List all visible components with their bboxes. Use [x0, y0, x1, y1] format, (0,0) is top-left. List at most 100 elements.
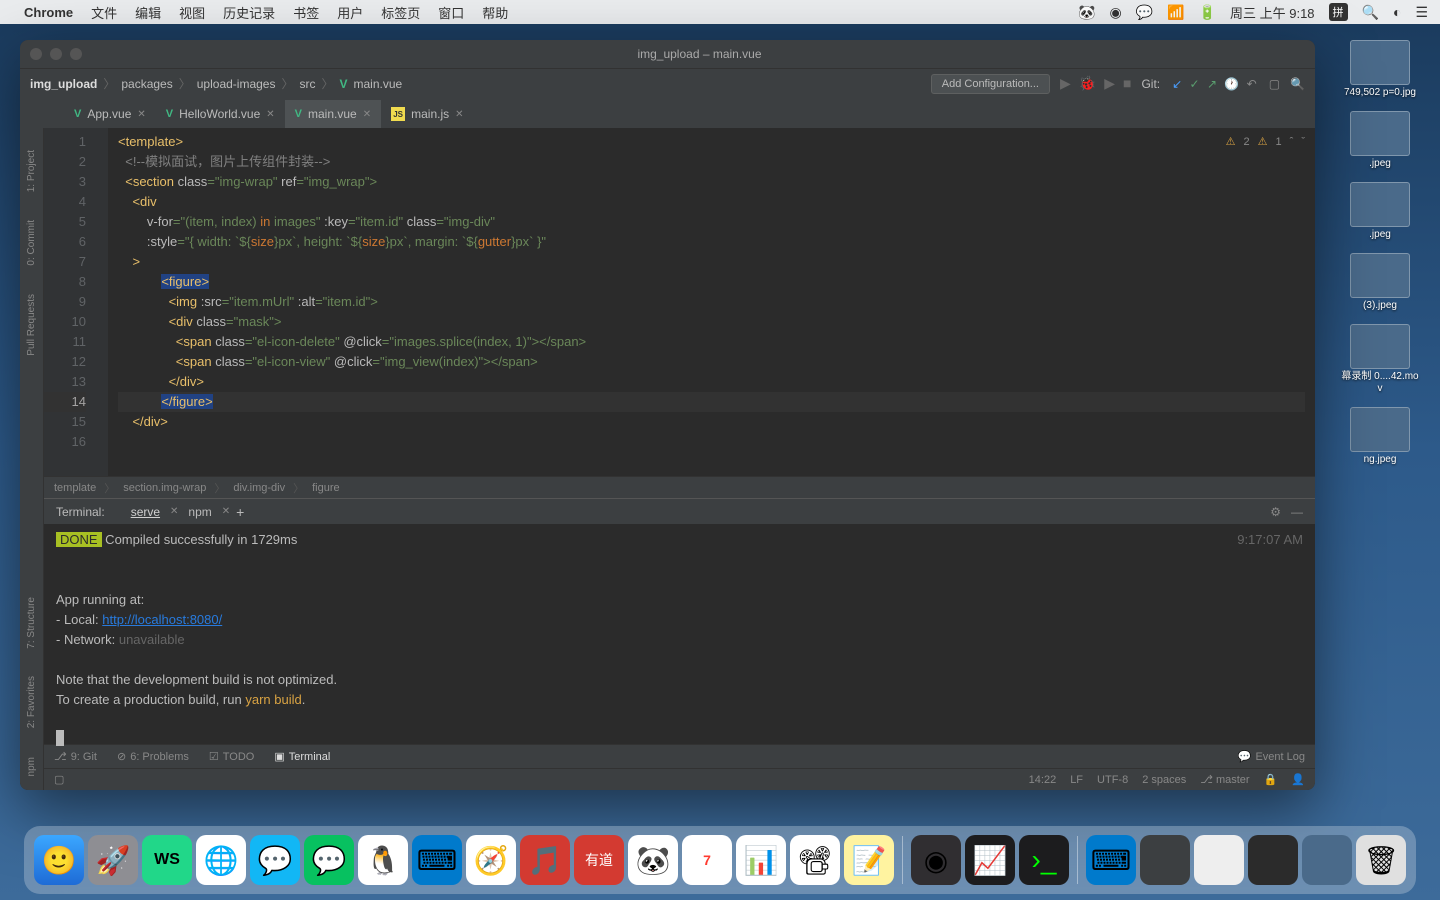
tab-app-vue[interactable]: VApp.vue✕	[64, 100, 156, 128]
dock-minimized-window[interactable]	[1302, 835, 1352, 885]
dock-notes[interactable]: 📝	[844, 835, 894, 885]
ide-settings-icon[interactable]: ▢	[1269, 77, 1280, 91]
siri-icon[interactable]: ◐	[1393, 4, 1401, 20]
inspector-icon[interactable]: 👤	[1291, 773, 1305, 786]
git-branch[interactable]: ⎇ master	[1200, 773, 1249, 786]
local-url-link[interactable]: http://localhost:8080/	[102, 612, 222, 627]
panda-icon[interactable]: 🐼	[1078, 4, 1095, 21]
dock-qq[interactable]: 💬	[250, 835, 300, 885]
git-rollback-icon[interactable]: ↶	[1247, 77, 1257, 91]
git-history-icon[interactable]: 🕐	[1224, 77, 1239, 91]
dock-chrome[interactable]: 🌐	[196, 835, 246, 885]
indent-setting[interactable]: 2 spaces	[1142, 774, 1186, 786]
tool-pull-requests[interactable]: Pull Requests	[26, 290, 37, 360]
battery-icon[interactable]: 🔋	[1199, 4, 1216, 21]
dock-launchpad[interactable]: 🚀	[88, 835, 138, 885]
datetime[interactable]: 周三 上午 9:18	[1230, 3, 1315, 22]
add-terminal-tab[interactable]: +	[236, 504, 244, 520]
inspection-indicators[interactable]: ⚠2 ⚠1 ˆ ˇ	[1226, 132, 1305, 152]
spotlight-icon[interactable]: 🔍	[1362, 4, 1379, 21]
chevron-up-icon[interactable]: ˆ	[1290, 132, 1294, 152]
menu-help[interactable]: 帮助	[482, 3, 508, 22]
tool-structure[interactable]: 7: Structure	[26, 593, 37, 653]
menu-bookmarks[interactable]: 书签	[293, 3, 319, 22]
git-push-icon[interactable]: ↗	[1207, 77, 1217, 91]
tab-helloworld-vue[interactable]: VHelloWorld.vue✕	[156, 100, 285, 128]
git-update-icon[interactable]: ↙	[1172, 77, 1182, 91]
window-controls[interactable]	[30, 48, 82, 60]
active-app-name[interactable]: Chrome	[24, 5, 73, 20]
breadcrumb-item[interactable]: packages	[121, 77, 172, 91]
close-icon[interactable]: ✕	[455, 109, 463, 120]
menu-history[interactable]: 历史记录	[223, 3, 275, 22]
add-configuration-button[interactable]: Add Configuration...	[931, 74, 1050, 94]
terminal-tab-serve[interactable]: serve	[121, 505, 170, 519]
tab-main-js[interactable]: JSmain.js✕	[381, 100, 473, 128]
dock-obs[interactable]: ◉	[911, 835, 961, 885]
desktop-file[interactable]: 幕录制 0....42.mov	[1330, 324, 1430, 395]
desktop-file[interactable]: 749,502 p=0.jpg	[1330, 40, 1430, 99]
dock-minimized-window[interactable]	[1140, 835, 1190, 885]
ide-titlebar[interactable]: img_upload – main.vue	[20, 40, 1315, 68]
run-icon[interactable]: ▶	[1060, 75, 1071, 92]
tool-project[interactable]: 1: Project	[26, 146, 37, 196]
tool-npm[interactable]: npm	[26, 753, 37, 780]
desktop-file[interactable]: ng.jpeg	[1330, 407, 1430, 466]
line-separator[interactable]: LF	[1070, 774, 1083, 786]
dock-activity-monitor[interactable]: 📈	[965, 835, 1015, 885]
desktop-file[interactable]: .jpeg	[1330, 111, 1430, 170]
dock-numbers[interactable]: 📊	[736, 835, 786, 885]
wechat-menubar-icon[interactable]: 💬	[1136, 4, 1153, 21]
menu-file[interactable]: 文件	[91, 3, 117, 22]
coverage-icon[interactable]: ▶	[1104, 75, 1115, 92]
dock-safari[interactable]: 🧭	[466, 835, 516, 885]
menu-user[interactable]: 用户	[337, 3, 363, 22]
code-editor[interactable]: 12345678910111213141516 <template> <!--模…	[44, 128, 1315, 476]
obs-icon[interactable]: ◉	[1109, 4, 1121, 21]
stop-icon[interactable]: ■	[1123, 75, 1131, 92]
tool-favorites[interactable]: 2: Favorites	[26, 672, 37, 732]
dock-vscode2[interactable]: ⌨	[1086, 835, 1136, 885]
menu-window[interactable]: 窗口	[438, 3, 464, 22]
breadcrumb-item[interactable]: src	[299, 77, 315, 91]
close-icon[interactable]: ✕	[363, 109, 371, 120]
status-window-icon[interactable]: ▢	[54, 773, 64, 786]
tab-main-vue[interactable]: Vmain.vue✕	[285, 100, 381, 128]
control-center-icon[interactable]: ☰	[1415, 4, 1428, 21]
dock-minimized-window[interactable]	[1194, 835, 1244, 885]
ime-indicator[interactable]: 拼	[1329, 3, 1348, 21]
file-encoding[interactable]: UTF-8	[1097, 774, 1128, 786]
close-icon[interactable]: ✕	[137, 109, 145, 120]
dock-panda[interactable]: 🐼	[628, 835, 678, 885]
git-commit-icon[interactable]: ✓	[1190, 77, 1200, 91]
dock-keynote[interactable]: 📽	[790, 835, 840, 885]
dock-webstorm[interactable]: WS	[142, 835, 192, 885]
dock-youdao[interactable]: 有道	[574, 835, 624, 885]
debug-icon[interactable]: 🐞	[1079, 75, 1096, 92]
tool-commit[interactable]: 0: Commit	[26, 216, 37, 270]
terminal-settings-icon[interactable]: ⚙	[1270, 505, 1281, 519]
menu-tabs[interactable]: 标签页	[381, 3, 420, 22]
terminal-output[interactable]: DONE Compiled successfully in 1729ms 9:1…	[44, 524, 1315, 744]
breadcrumb-item[interactable]: main.vue	[354, 77, 403, 91]
dock-terminal[interactable]: ›_	[1019, 835, 1069, 885]
terminal-tab-npm[interactable]: npm	[178, 505, 221, 519]
dock-qq-penguin[interactable]: 🐧	[358, 835, 408, 885]
breadcrumb-item[interactable]: img_upload	[30, 77, 97, 91]
wifi-icon[interactable]: 📶	[1167, 4, 1184, 21]
dock-trash[interactable]: 🗑	[1356, 835, 1406, 885]
dock-netease[interactable]: 🎵	[520, 835, 570, 885]
chevron-down-icon[interactable]: ˇ	[1301, 132, 1305, 152]
dock-wechat[interactable]: 💬	[304, 835, 354, 885]
dock-calendar[interactable]: 7	[682, 835, 732, 885]
dock-vscode[interactable]: ⌨	[412, 835, 462, 885]
code-structure-breadcrumb[interactable]: template〉 section.img-wrap〉 div.img-div〉…	[44, 476, 1315, 498]
project-breadcrumb[interactable]: img_upload〉 packages〉 upload-images〉 src…	[30, 75, 402, 92]
cursor-position[interactable]: 14:22	[1029, 774, 1057, 786]
menu-edit[interactable]: 编辑	[135, 3, 161, 22]
close-icon[interactable]: ✕	[266, 109, 274, 120]
search-everywhere-icon[interactable]: 🔍	[1290, 77, 1305, 91]
desktop-file[interactable]: (3).jpeg	[1330, 253, 1430, 312]
dock-finder[interactable]: 🙂	[34, 835, 84, 885]
dock-minimized-window[interactable]	[1248, 835, 1298, 885]
